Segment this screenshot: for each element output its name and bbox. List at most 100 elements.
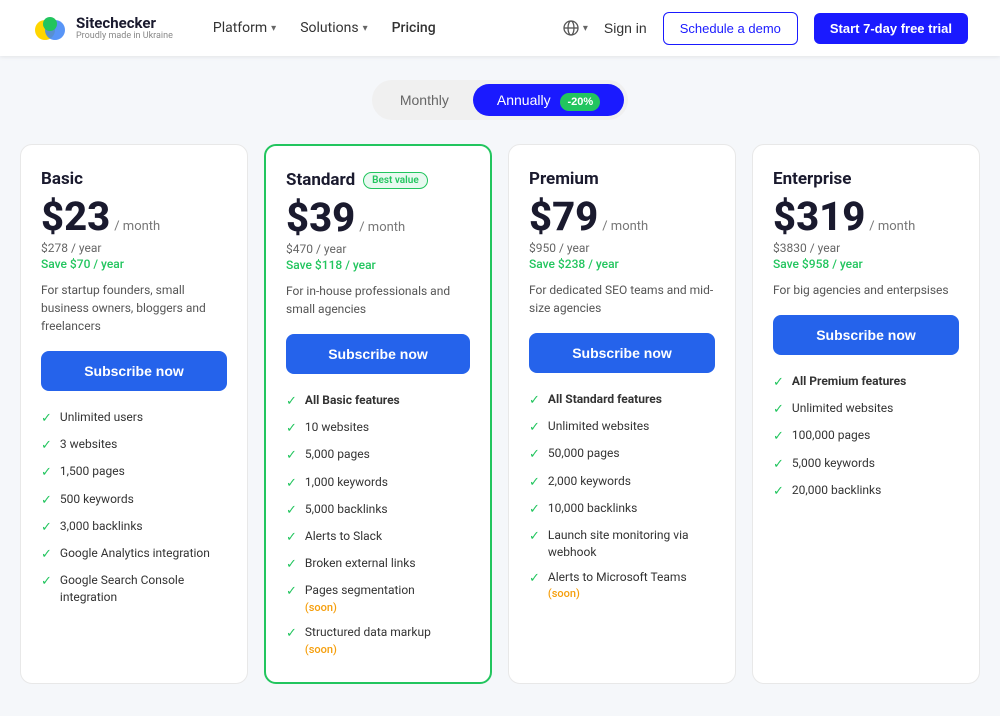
feature-text: Unlimited websites — [548, 418, 649, 435]
plan-header: Basic — [41, 169, 227, 189]
feature-text: 100,000 pages — [792, 427, 870, 444]
feature-text: 5,000 pages — [305, 446, 370, 463]
feature-text: 3,000 backlinks — [60, 518, 143, 535]
check-icon: ✓ — [529, 419, 540, 437]
nav-item-pricing[interactable]: Pricing — [392, 20, 436, 36]
subscribe-button[interactable]: Subscribe now — [41, 351, 227, 391]
features-list: ✓ Unlimited users ✓ 3 websites ✓ 1,500 p… — [41, 409, 227, 606]
check-icon: ✓ — [41, 492, 52, 510]
feature-text: 5,000 backlinks — [305, 501, 388, 518]
check-icon: ✓ — [286, 556, 297, 574]
feature-text: 20,000 backlinks — [792, 482, 881, 499]
subscribe-button[interactable]: Subscribe now — [286, 334, 470, 374]
soon-label: (soon) — [305, 601, 337, 614]
feature-item: ✓ 5,000 pages — [286, 446, 470, 465]
plan-name: Enterprise — [773, 169, 851, 189]
check-icon: ✓ — [286, 447, 297, 465]
price-amount: $79 — [529, 197, 598, 237]
chevron-icon: ▾ — [363, 23, 368, 34]
feature-text: Unlimited websites — [792, 400, 893, 417]
feature-text: 1,000 keywords — [305, 474, 388, 491]
feature-item: ✓ Alerts to Microsoft Teams(soon) — [529, 569, 715, 603]
check-icon: ✓ — [773, 401, 784, 419]
best-value-badge: Best value — [363, 172, 428, 189]
trial-button[interactable]: Start 7-day free trial — [814, 13, 968, 44]
price-year: $3830 / year — [773, 241, 959, 255]
price-save: Save $70 / year — [41, 257, 227, 271]
header-right: ▾ Sign in Schedule a demo Start 7-day fr… — [563, 12, 968, 45]
plan-header: Enterprise — [773, 169, 959, 189]
feature-item: ✓ 50,000 pages — [529, 445, 715, 464]
feature-item: ✓ 1,000 keywords — [286, 474, 470, 493]
price-period: / month — [114, 219, 160, 234]
plan-name: Premium — [529, 169, 599, 189]
check-icon: ✓ — [41, 464, 52, 482]
feature-item: ✓ All Standard features — [529, 391, 715, 410]
feature-text: Launch site monitoring via webhook — [548, 527, 715, 561]
globe-icon — [563, 20, 579, 36]
feature-item: ✓ 5,000 keywords — [773, 455, 959, 474]
subscribe-button[interactable]: Subscribe now — [773, 315, 959, 355]
feature-item: ✓ 1,500 pages — [41, 463, 227, 482]
plan-card-enterprise: Enterprise $319 / month $3830 / year Sav… — [752, 144, 980, 684]
feature-text: 1,500 pages — [60, 463, 125, 480]
price-save: Save $958 / year — [773, 257, 959, 271]
feature-text: 10,000 backlinks — [548, 500, 637, 517]
sign-in-button[interactable]: Sign in — [604, 20, 647, 36]
feature-text: All Basic features — [305, 392, 400, 409]
logo-name: Sitechecker — [76, 15, 173, 32]
check-icon: ✓ — [286, 475, 297, 493]
demo-button[interactable]: Schedule a demo — [663, 12, 798, 45]
language-selector[interactable]: ▾ — [563, 20, 588, 36]
feature-item: ✓ 10,000 backlinks — [529, 500, 715, 519]
feature-item: ✓ Unlimited users — [41, 409, 227, 428]
feature-item: ✓ 500 keywords — [41, 491, 227, 510]
monthly-toggle[interactable]: Monthly — [376, 84, 473, 116]
feature-text: Broken external links — [305, 555, 416, 572]
price-save: Save $238 / year — [529, 257, 715, 271]
soon-label: (soon) — [305, 643, 337, 656]
check-icon: ✓ — [773, 456, 784, 474]
plan-description: For big agencies and enterpsises — [773, 281, 959, 299]
check-icon: ✓ — [286, 502, 297, 520]
check-icon: ✓ — [41, 573, 52, 591]
feature-item: ✓ Google Search Console integration — [41, 572, 227, 606]
discount-badge: -20% — [560, 93, 600, 111]
feature-item: ✓ All Premium features — [773, 373, 959, 392]
price-period: / month — [869, 219, 915, 234]
feature-text: 2,000 keywords — [548, 473, 631, 490]
price-row: $23 / month — [41, 197, 227, 237]
feature-text: Alerts to Microsoft Teams(soon) — [548, 569, 687, 603]
plan-card-standard: Standard Best value $39 / month $470 / y… — [264, 144, 492, 684]
check-icon: ✓ — [529, 570, 540, 588]
logo-tagline: Proudly made in Ukraine — [76, 32, 173, 41]
logo[interactable]: Sitechecker Proudly made in Ukraine — [32, 10, 173, 46]
feature-item: ✓ 10 websites — [286, 419, 470, 438]
check-icon: ✓ — [773, 428, 784, 446]
feature-item: ✓ Launch site monitoring via webhook — [529, 527, 715, 561]
plan-name: Basic — [41, 169, 83, 189]
feature-text: 3 websites — [60, 436, 117, 453]
check-icon: ✓ — [773, 483, 784, 501]
features-list: ✓ All Standard features ✓ Unlimited webs… — [529, 391, 715, 602]
check-icon: ✓ — [529, 528, 540, 546]
feature-item: ✓ Unlimited websites — [773, 400, 959, 419]
feature-item: ✓ Unlimited websites — [529, 418, 715, 437]
feature-item: ✓ Pages segmentation(soon) — [286, 582, 470, 616]
plan-header: Premium — [529, 169, 715, 189]
subscribe-button[interactable]: Subscribe now — [529, 333, 715, 373]
feature-item: ✓ 5,000 backlinks — [286, 501, 470, 520]
feature-text: All Standard features — [548, 391, 662, 408]
feature-text: Structured data markup(soon) — [305, 624, 431, 658]
nav-item-solutions[interactable]: Solutions ▾ — [300, 20, 367, 36]
check-icon: ✓ — [286, 529, 297, 547]
soon-label: (soon) — [548, 587, 580, 600]
nav-item-platform[interactable]: Platform ▾ — [213, 20, 276, 36]
plan-name: Standard — [286, 170, 355, 190]
annually-toggle[interactable]: Annually -20% — [473, 84, 624, 116]
feature-text: Google Search Console integration — [60, 572, 227, 606]
price-period: / month — [359, 220, 405, 235]
feature-text: 500 keywords — [60, 491, 134, 508]
plan-card-basic: Basic $23 / month $278 / year Save $70 /… — [20, 144, 248, 684]
feature-item: ✓ 3,000 backlinks — [41, 518, 227, 537]
